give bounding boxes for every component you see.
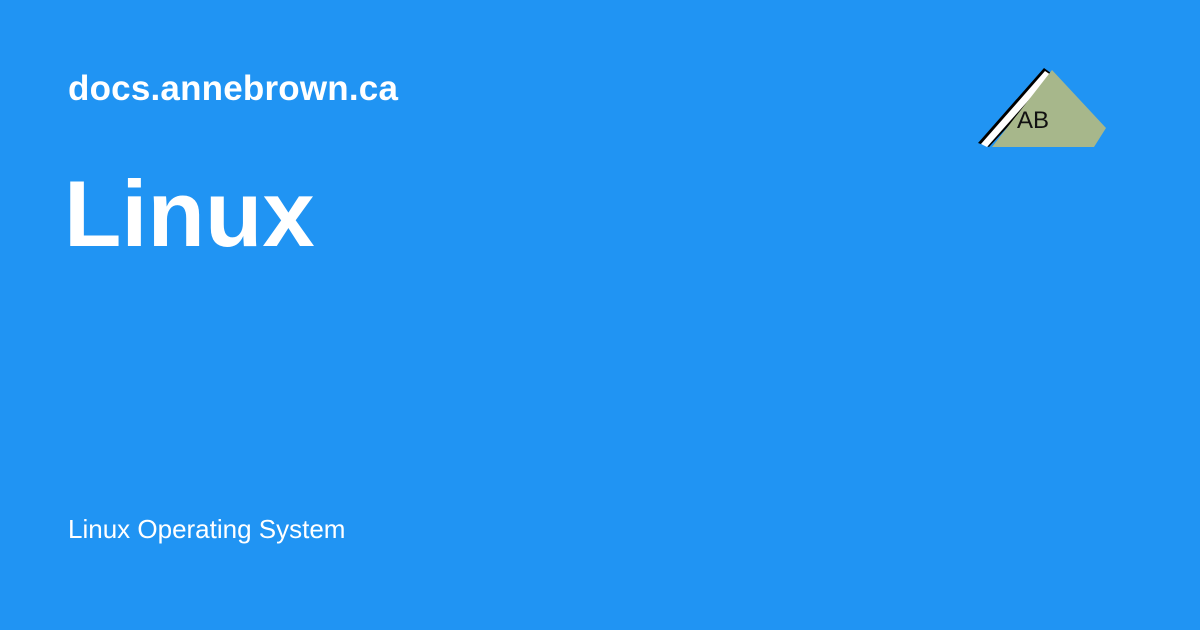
site-name: docs.annebrown.ca bbox=[68, 69, 399, 108]
page-title: Linux bbox=[64, 161, 315, 266]
ab-logo: AB bbox=[974, 60, 1114, 154]
social-card: docs.annebrown.ca Linux Linux Operating … bbox=[0, 0, 1200, 630]
logo-text: AB bbox=[1017, 107, 1049, 134]
ab-triangle-logo-icon: AB bbox=[978, 68, 1106, 147]
page-description: Linux Operating System bbox=[68, 514, 346, 544]
